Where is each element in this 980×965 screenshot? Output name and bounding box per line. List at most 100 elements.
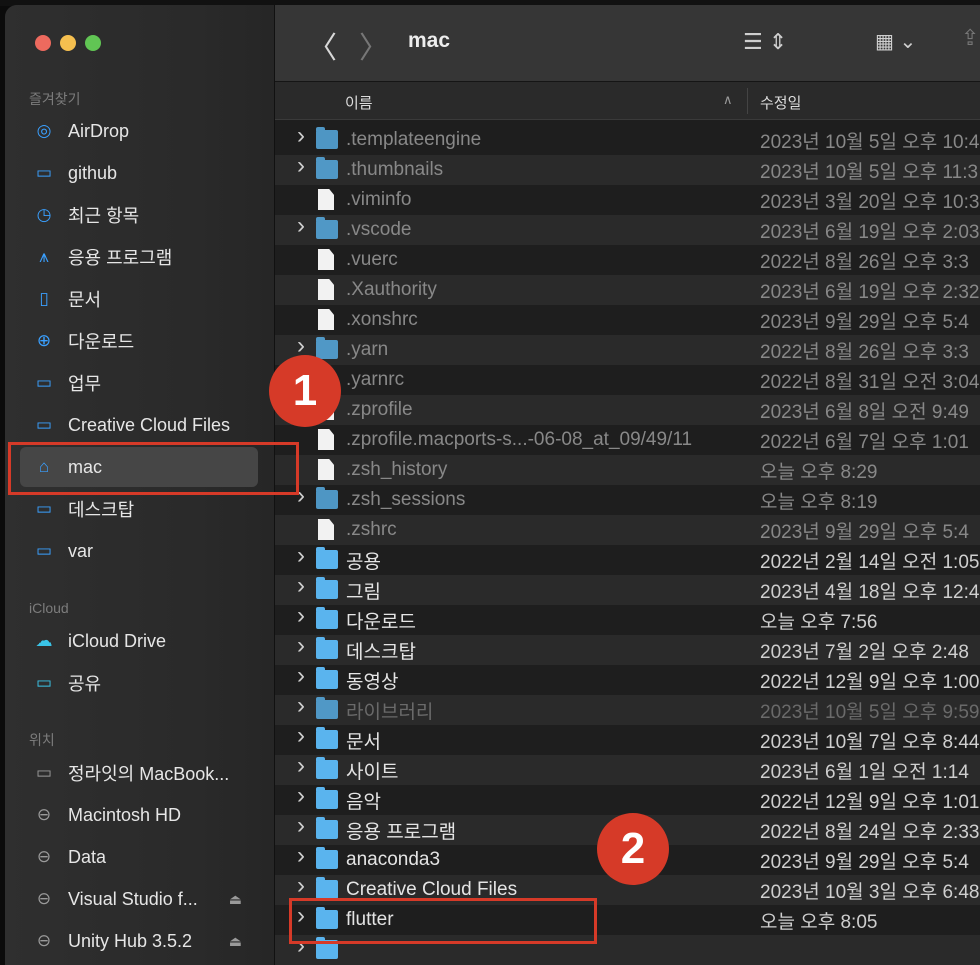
file-row[interactable]: › .thumbnails 2023년 10월 5일 오후 11:3 [275, 152, 980, 185]
file-name: .zprofile [346, 399, 413, 420]
sidebar-item[interactable]: ☁ iCloud Drive [20, 621, 258, 661]
disk-icon: ⊖ [36, 805, 52, 824]
list-view-icon[interactable]: ☰ ⇕ [743, 29, 787, 55]
file-name: 문서 [346, 731, 381, 753]
disclosure-chevron-icon[interactable]: › [297, 572, 305, 600]
file-modified-date: 2022년 6월 7일 오후 1:01 [760, 431, 969, 453]
file-modified-date: 2023년 6월 19일 오후 2:03 [760, 221, 980, 243]
file-modified-date: 2023년 6월 19일 오후 2:32 [760, 281, 980, 303]
applications-icon: ⩚ [39, 247, 49, 266]
sidebar-item[interactable]: ▭ 정라잇의 MacBook... [20, 753, 258, 793]
column-name[interactable]: 이름 [345, 92, 373, 113]
disclosure-chevron-icon[interactable]: › [297, 152, 305, 180]
sidebar-item[interactable]: ▭ github [20, 153, 258, 193]
disclosure-chevron-icon[interactable]: › [297, 632, 305, 660]
folder-icon [316, 637, 338, 659]
sidebar-item-label: 데스크탑 [68, 500, 135, 520]
disclosure-chevron-icon[interactable]: › [297, 602, 305, 630]
sidebar-item-label: AirDrop [68, 120, 130, 141]
close-button[interactable] [35, 35, 51, 51]
file-row[interactable]: › .zsh_sessions 오늘 오후 8:19 [275, 482, 980, 515]
sidebar-item-label: Visual Studio f... [68, 888, 198, 909]
file-row[interactable]: › 공용 2022년 2월 14일 오전 1:05 [275, 542, 980, 575]
share-icon[interactable]: ⇪ [961, 25, 979, 51]
disclosure-chevron-icon[interactable]: › [297, 842, 305, 870]
file-icon [318, 459, 334, 480]
file-row[interactable]: .yarnrc 2022년 8월 31일 오전 3:04 [275, 365, 980, 395]
disclosure-chevron-icon[interactable]: › [297, 752, 305, 780]
sidebar-item[interactable]: ⊖ Macintosh HD [20, 795, 258, 835]
sidebar-item[interactable]: ⊖ Data [20, 837, 258, 877]
file-row[interactable]: › 라이브러리 2023년 10월 5일 오후 9:59 [275, 692, 980, 725]
file-row[interactable]: › .yarn 2022년 8월 26일 오후 3:3 [275, 332, 980, 365]
sidebar-item[interactable]: ⊖ Visual Studio f... ⏏ [20, 879, 258, 919]
file-row[interactable]: › .templateengine 2023년 10월 5일 오후 10:4 [275, 122, 980, 155]
folder-icon [316, 817, 338, 839]
file-modified-date: 2023년 7월 2일 오후 2:48 [760, 641, 969, 663]
sidebar-item[interactable]: ▭ Creative Cloud Files [20, 405, 258, 445]
sidebar-item-label: var [68, 540, 94, 561]
sidebar-item[interactable]: ⊕ 다운로드 [20, 321, 258, 361]
sidebar-item-label: iCloud Drive [68, 630, 167, 651]
disclosure-chevron-icon[interactable]: › [297, 542, 305, 570]
file-row[interactable]: .xonshrc 2023년 9월 29일 오후 5:4 [275, 305, 980, 335]
sidebar-item-label: 공유 [68, 674, 102, 694]
download-icon: ⊕ [36, 331, 52, 350]
minimize-button[interactable] [60, 35, 76, 51]
disclosure-chevron-icon[interactable]: › [297, 212, 305, 240]
sidebar-item[interactable]: ▭ 공유 [20, 663, 258, 703]
file-row[interactable]: .zshrc 2023년 9월 29일 오후 5:4 [275, 515, 980, 545]
back-button[interactable]: 〈 [307, 23, 337, 67]
disclosure-chevron-icon[interactable]: › [297, 122, 305, 150]
disclosure-chevron-icon[interactable]: › [297, 692, 305, 720]
folder-icon [316, 667, 338, 689]
disclosure-chevron-icon[interactable]: › [297, 662, 305, 690]
disclosure-chevron-icon[interactable]: › [297, 872, 305, 900]
file-row[interactable]: › 음악 2022년 12월 9일 오후 1:01 [275, 782, 980, 815]
forward-button[interactable]: 〉 [359, 23, 389, 67]
file-modified-date: 2023년 9월 29일 오후 5:4 [760, 521, 969, 543]
file-row[interactable]: › 사이트 2023년 6월 1일 오전 1:14 [275, 752, 980, 785]
file-modified-date: 오늘 오후 8:29 [760, 461, 878, 483]
file-row[interactable]: .viminfo 2023년 3월 20일 오후 10:3 [275, 185, 980, 215]
file-row[interactable]: › 그림 2023년 4월 18일 오후 12:4 [275, 572, 980, 605]
file-row[interactable]: .zprofile.macports-s...-06-08_at_09/49/1… [275, 425, 980, 455]
eject-icon[interactable]: ⏏ [229, 933, 242, 950]
file-name: .xonshrc [346, 309, 418, 330]
disclosure-chevron-icon[interactable]: › [297, 812, 305, 840]
sidebar-item-label: 응용 프로그램 [68, 248, 173, 268]
file-row[interactable]: .Xauthority 2023년 6월 19일 오후 2:32 [275, 275, 980, 305]
file-modified-date: 2023년 9월 29일 오후 5:4 [760, 851, 969, 873]
column-modified[interactable]: 수정일 [760, 92, 801, 113]
file-row[interactable]: › 데스크탑 2023년 7월 2일 오후 2:48 [275, 632, 980, 665]
file-row[interactable]: › 동영상 2022년 12월 9일 오후 1:00 [275, 662, 980, 695]
file-row[interactable]: › 다운로드 오늘 오후 7:56 [275, 602, 980, 635]
disk-icon: ⊖ [36, 889, 52, 908]
file-name: .Xauthority [346, 279, 437, 300]
sidebar-item[interactable]: ◎ AirDrop [20, 111, 258, 151]
file-row[interactable]: .zsh_history 오늘 오후 8:29 [275, 455, 980, 485]
file-row[interactable]: .zprofile 2023년 6월 8일 오전 9:49 [275, 395, 980, 425]
file-modified-date: 2023년 4월 18일 오후 12:4 [760, 581, 980, 603]
disclosure-chevron-icon[interactable]: › [297, 782, 305, 810]
file-modified-date: 2023년 10월 5일 오후 11:3 [760, 161, 979, 183]
file-row[interactable]: .vuerc 2022년 8월 26일 오후 3:3 [275, 245, 980, 275]
group-view-icon[interactable]: ▦ ⌄ [875, 29, 916, 54]
annotation-box-flutter [289, 898, 597, 944]
sidebar-item[interactable]: ▭ var [20, 531, 258, 571]
file-modified-date: 2023년 10월 5일 오후 9:59 [760, 701, 980, 723]
eject-icon[interactable]: ⏏ [229, 891, 242, 908]
disclosure-chevron-icon[interactable]: › [297, 722, 305, 750]
file-row[interactable]: › 문서 2023년 10월 7일 오후 8:44 [275, 722, 980, 755]
sidebar-item[interactable]: ◷ 최근 항목 [20, 195, 258, 235]
zoom-button[interactable] [85, 35, 101, 51]
sidebar-item[interactable]: ▭ 데스크탑 [20, 489, 258, 529]
disk-icon: ⊖ [36, 931, 52, 950]
column-header: 이름 ∧ 수정일 [275, 82, 980, 120]
file-row[interactable]: › .vscode 2023년 6월 19일 오후 2:03 [275, 212, 980, 245]
sidebar-item-label: Macintosh HD [68, 804, 182, 825]
sidebar-item[interactable]: ▯ 문서 [20, 279, 258, 319]
sidebar-item[interactable]: ⩚ 응용 프로그램 [20, 237, 258, 277]
sidebar-item[interactable]: ▭ 업무 [20, 363, 258, 403]
sidebar-item[interactable]: ⊖ Unity Hub 3.5.2 ⏏ [20, 921, 258, 961]
